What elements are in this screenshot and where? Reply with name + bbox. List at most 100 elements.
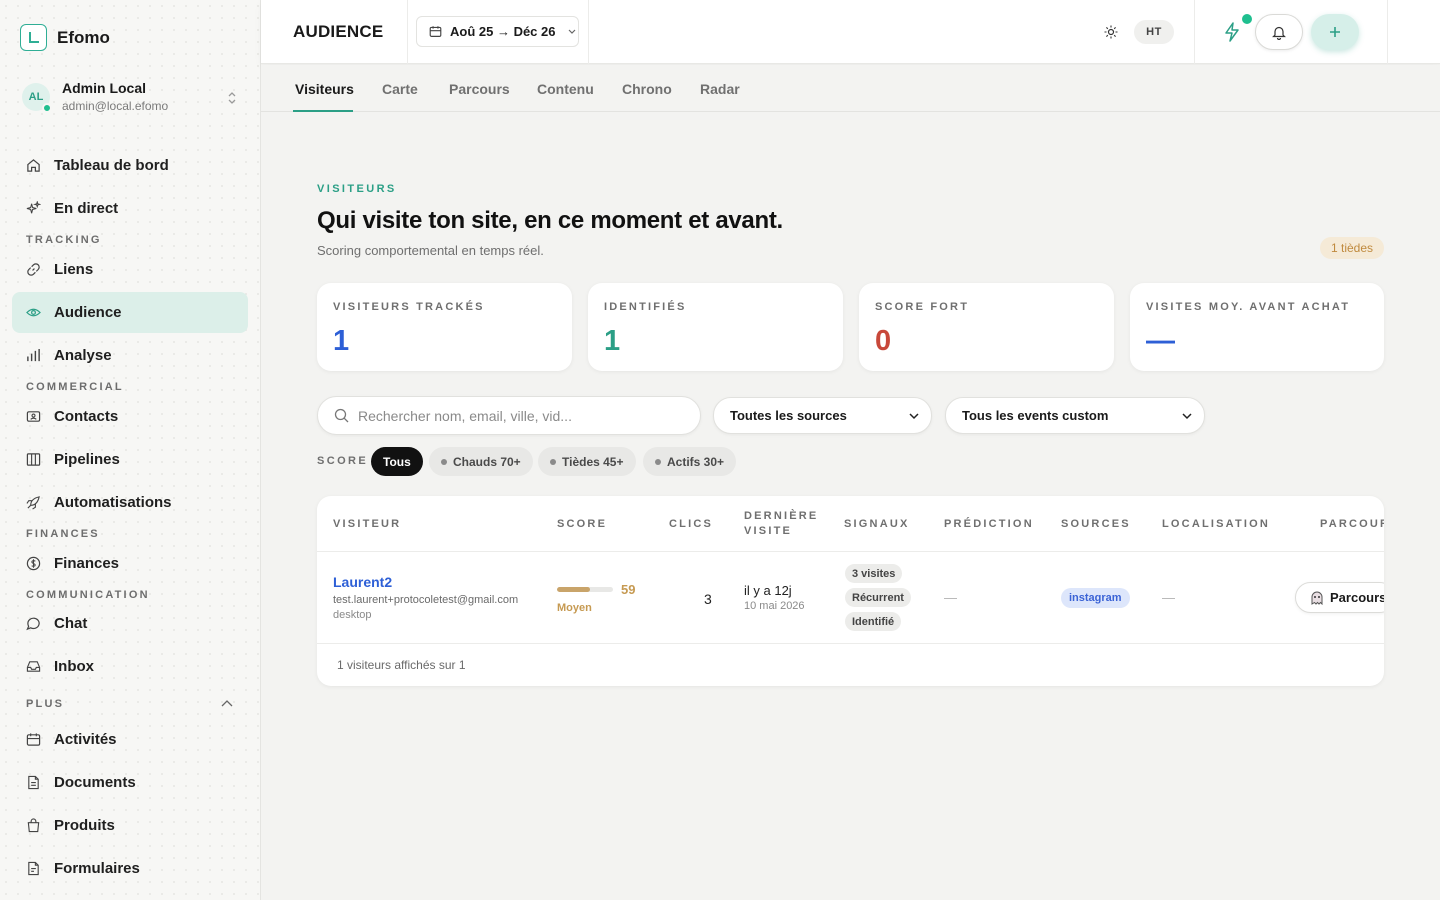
kpi-label: VISITES MOY. AVANT ACHAT: [1146, 301, 1351, 313]
score-bar-fill: [557, 587, 591, 592]
sidebar-item-automatisations[interactable]: Automatisations: [12, 482, 248, 523]
sidebar: Efomo AL Admin Local admin@local.efomo T…: [0, 0, 261, 900]
dollar-circle-icon: [26, 556, 41, 571]
inbox-icon: [26, 661, 41, 672]
tab-radar[interactable]: Radar: [700, 81, 740, 97]
kpi-label: IDENTIFIÉS: [604, 301, 687, 313]
sidebar-item-formulaires[interactable]: Formulaires: [12, 848, 248, 889]
bell-icon: [1272, 26, 1286, 40]
kpi-label: SCORE FORT: [875, 301, 970, 313]
date-range-picker[interactable]: Aoû 25 → Déc 26: [416, 16, 579, 47]
kpi-value: 1: [333, 325, 350, 357]
lightning-bolt-icon[interactable]: [1223, 22, 1241, 42]
sidebar-item-audience[interactable]: Audience: [12, 292, 248, 333]
column-header-score[interactable]: SCORE: [557, 517, 607, 532]
rocket-icon: [26, 496, 40, 510]
sidebar-item-produits[interactable]: Produits: [12, 805, 248, 846]
chip-tiedes[interactable]: Tièdes 45+: [538, 447, 636, 476]
brand[interactable]: Efomo: [20, 24, 110, 51]
ghost-icon: [1311, 591, 1323, 605]
chip-chauds[interactable]: Chauds 70+: [429, 447, 533, 476]
kpi-card-score-fort: SCORE FORT 0: [859, 283, 1114, 371]
score-value: 59: [621, 582, 636, 597]
visitor-name-link[interactable]: Laurent2: [333, 574, 392, 590]
sidebar-item-liens[interactable]: Liens: [12, 249, 248, 290]
sun-icon[interactable]: [1104, 25, 1118, 39]
search-box: [317, 396, 701, 435]
user-switcher[interactable]: AL Admin Local admin@local.efomo: [22, 80, 242, 113]
sources-select-value: Toutes les sources: [730, 408, 847, 423]
divider: [1387, 0, 1388, 64]
contact-card-icon: [26, 411, 41, 422]
column-header-localisation[interactable]: LOCALISATION: [1162, 517, 1270, 532]
column-header-derniere-visite[interactable]: DERNIÈRE VISITE: [744, 509, 818, 539]
column-header-sources[interactable]: SOURCES: [1061, 517, 1131, 532]
sidebar-item-label: Pipelines: [54, 451, 120, 468]
section-title: Qui visite ton site, en ce moment et ava…: [317, 207, 783, 234]
last-visit-date: 10 mai 2026: [744, 600, 805, 612]
tab-visiteurs[interactable]: Visiteurs: [295, 81, 354, 97]
parcours-button-label: Parcours: [1330, 590, 1384, 605]
search-icon: [334, 408, 349, 423]
section-plus: PLUS: [26, 698, 65, 710]
page-title: AUDIENCE: [293, 22, 384, 41]
notifications-button[interactable]: [1255, 14, 1303, 50]
sidebar-item-label: Inbox: [54, 658, 94, 675]
parcours-button[interactable]: Parcours: [1295, 582, 1384, 613]
tab-contenu[interactable]: Contenu: [537, 81, 594, 97]
chevron-down-icon: [568, 29, 575, 34]
search-input[interactable]: [358, 407, 678, 424]
notification-dot: [1242, 14, 1252, 24]
column-header-prediction[interactable]: PRÉDICTION: [944, 517, 1034, 532]
section-subtitle: Scoring comportemental en temps réel.: [317, 243, 544, 258]
tab-parcours[interactable]: Parcours: [449, 81, 510, 97]
column-header-visiteur[interactable]: VISITEUR: [333, 517, 401, 532]
sidebar-item-inbox[interactable]: Inbox: [12, 646, 248, 687]
events-select[interactable]: Tous les events custom: [945, 397, 1205, 434]
sources-select[interactable]: Toutes les sources: [713, 397, 932, 434]
section-commercial: COMMERCIAL: [26, 381, 124, 393]
divider: [317, 643, 1384, 644]
visitor-email: test.laurent+protocoletest@gmail.com: [333, 594, 519, 606]
sidebar-item-documents[interactable]: Documents: [12, 762, 248, 803]
table-footer-count: 1 visiteurs affichés sur 1: [337, 658, 466, 672]
chip-tous[interactable]: Tous: [371, 447, 423, 476]
sidebar-item-tableau-de-bord[interactable]: Tableau de bord: [12, 145, 248, 186]
link-icon: [27, 263, 40, 276]
calendar-icon: [429, 26, 442, 37]
sidebar-item-activites[interactable]: Activités: [12, 719, 248, 760]
chevron-up-icon[interactable]: [220, 697, 234, 711]
signal-badge: Récurrent: [845, 588, 911, 607]
sidebar-item-finances[interactable]: Finances: [12, 543, 248, 584]
tiedes-count-badge: 1 tièdes: [1320, 237, 1384, 259]
avatar: AL: [22, 82, 52, 113]
tab-carte[interactable]: Carte: [382, 81, 418, 97]
sidebar-item-contacts[interactable]: Contacts: [12, 396, 248, 437]
score-filter-label: SCORE: [317, 455, 369, 467]
kpi-label: VISITEURS TRACKÉS: [333, 301, 485, 313]
tab-chrono[interactable]: Chrono: [622, 81, 672, 97]
bar-chart-icon: [27, 348, 40, 362]
divider: [1194, 0, 1195, 64]
sidebar-item-analyse[interactable]: Analyse: [12, 335, 248, 376]
dot-icon: [655, 458, 661, 465]
kpi-card-identifies: IDENTIFIÉS 1: [588, 283, 843, 371]
column-header-clics[interactable]: CLICS: [669, 517, 713, 532]
sidebar-item-en-direct[interactable]: En direct: [12, 188, 248, 229]
column-header-signaux[interactable]: SIGNAUX: [844, 517, 910, 532]
plus-icon: [1330, 27, 1340, 37]
chip-actifs[interactable]: Actifs 30+: [643, 447, 737, 476]
sidebar-item-pipelines[interactable]: Pipelines: [12, 439, 248, 480]
location-value: —: [1162, 590, 1175, 605]
column-header-parcours[interactable]: PARCOURS: [1320, 517, 1384, 532]
sidebar-item-label: Audience: [54, 304, 122, 321]
language-switcher[interactable]: HT: [1134, 20, 1174, 44]
kpi-value: 0: [875, 325, 892, 357]
chevron-down-icon: [909, 413, 919, 420]
sidebar-item-chat[interactable]: Chat: [12, 603, 248, 644]
sidebar-item-label: Tableau de bord: [54, 157, 169, 174]
calendar-icon: [26, 733, 41, 746]
create-button[interactable]: [1311, 14, 1359, 50]
dot-icon: [441, 458, 447, 465]
divider: [407, 0, 408, 64]
